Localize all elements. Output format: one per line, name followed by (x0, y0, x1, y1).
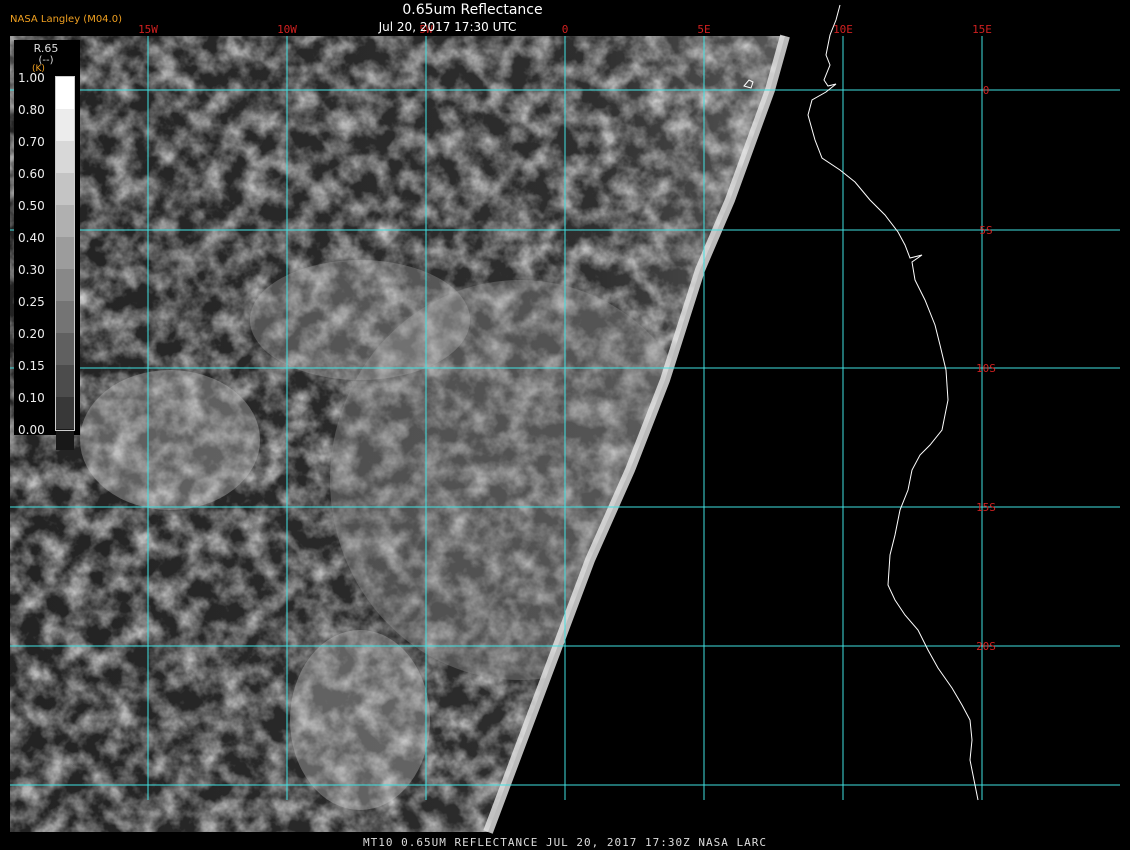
lat-label: 10S (976, 362, 996, 375)
colorbar-title: R.65 (33, 42, 59, 55)
colorbar-label: 0.20 (18, 327, 45, 341)
colorbar-units: (--) (38, 55, 54, 66)
product-title: 0.65um Reflectance (402, 2, 543, 18)
footer-caption: MT10 0.65UM REFLECTANCE JUL 20, 2017 17:… (363, 836, 767, 849)
colorbar-label: 0.60 (18, 167, 45, 181)
lat-label: 0 (983, 84, 990, 97)
satellite-viewer[interactable]: 15W 10W 5W 0 5E 10E 15E 0 5S 10S 15S 20S NASA Langl… (0, 0, 1130, 850)
colorbar-label: 0.25 (18, 295, 45, 309)
coastline (807, 4, 979, 801)
cloud-field (10, 36, 785, 832)
colorbar-frame (55, 76, 75, 431)
colorbar-label: 0.30 (18, 263, 45, 277)
colorbar-label: 0.00 (18, 423, 45, 437)
observation-time: Jul 20, 2017 17:30 UTC (378, 20, 517, 34)
colorbar-label: 0.70 (18, 135, 45, 149)
lat-label: 15S (976, 501, 996, 514)
colorbar-legend: R.65 (--) (K) 1.00 0.80 0.70 0.60 0.50 0.40 0.… (14, 40, 80, 450)
colorbar-label: 0.50 (18, 199, 45, 213)
colorbar-label: 0.40 (18, 231, 45, 245)
colorbar-label: 0.80 (18, 103, 45, 117)
lat-label: 20S (976, 640, 996, 653)
colorbar-label: 1.00 (18, 71, 45, 85)
lat-label: 5S (979, 224, 992, 237)
colorbar-label: 0.10 (18, 391, 45, 405)
colorbar-label: 0.15 (18, 359, 45, 373)
reflectance-map[interactable]: 15W 10W 5W 0 5E 10E 15E05S10S15S20S (0, 0, 1130, 850)
colorbar-swatch (56, 429, 74, 450)
lon-label: 15E (972, 23, 992, 36)
